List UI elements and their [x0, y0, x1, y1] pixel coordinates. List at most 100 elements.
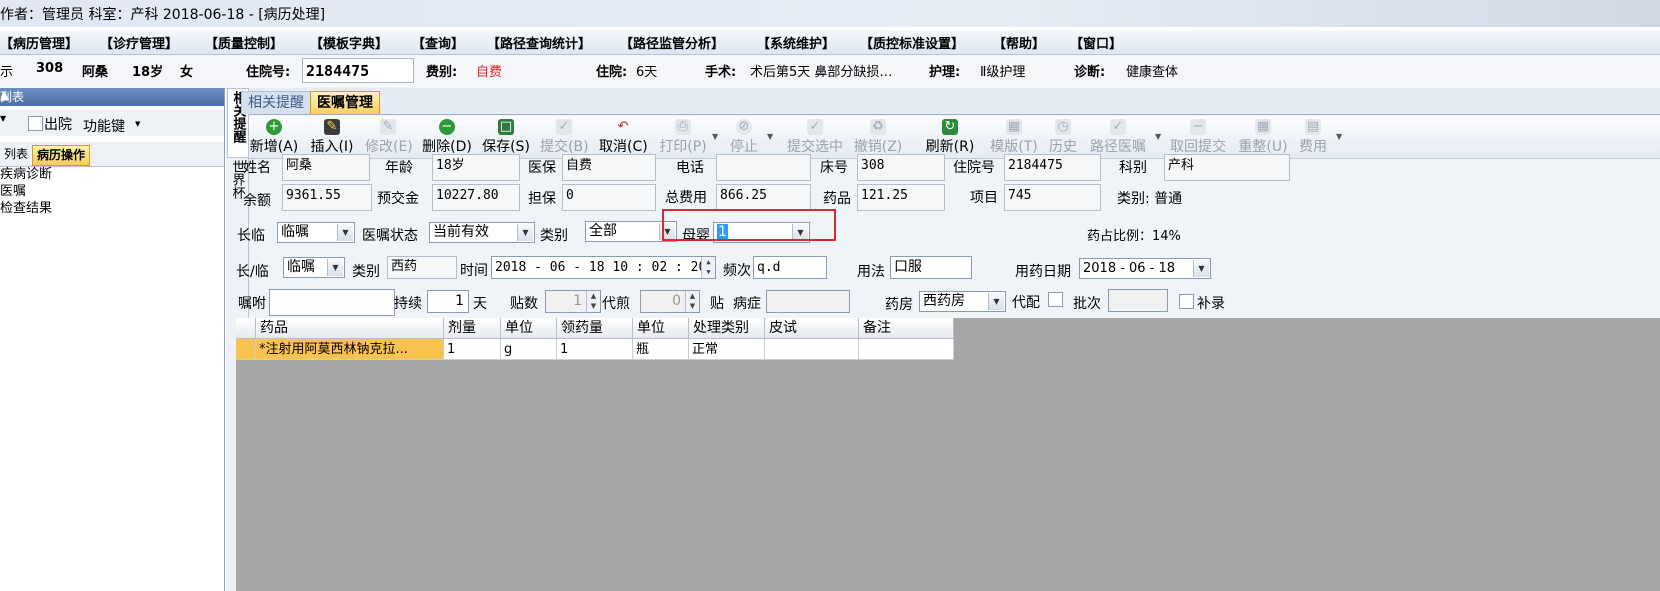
tree-item-exam-results[interactable]: 检查结果: [0, 197, 52, 216]
order-long-temp-select[interactable]: 临嘱 ▼: [283, 257, 345, 278]
grid-header-dose[interactable]: 剂量: [444, 318, 501, 339]
deposit-label: 预交金: [377, 191, 419, 207]
reorganize-button[interactable]: ▦ 重整(U): [1238, 117, 1288, 157]
pharmacy-select[interactable]: 西药房 ▼: [919, 291, 1006, 312]
table-cell-receive-unit[interactable]: 瓶: [633, 339, 689, 360]
spinner-icon[interactable]: ▲ ▼: [685, 291, 699, 312]
grid-header-drug[interactable]: 药品: [256, 318, 444, 339]
insert-icon: ✎: [324, 119, 340, 135]
path-order-dropdown-icon[interactable]: ▼: [1155, 132, 1161, 141]
spinner-icon[interactable]: ▲ ▼: [701, 257, 715, 278]
insert-button[interactable]: ✎ 插入(I): [309, 117, 355, 157]
cancel-button[interactable]: ↶ 取消(C): [599, 117, 648, 157]
table-cell-process-type[interactable]: 正常: [689, 339, 765, 360]
balance-label: 余额: [243, 193, 271, 209]
instruction-input[interactable]: [269, 289, 395, 316]
menu-quality[interactable]: 【质量控制】: [205, 33, 283, 52]
menu-treatment[interactable]: 【诊疗管理】: [100, 33, 178, 52]
refresh-button[interactable]: ↻ 刷新(R): [925, 117, 975, 157]
fee-dropdown-icon[interactable]: ▼: [1336, 132, 1342, 141]
order-category-field: 西药: [387, 256, 457, 279]
grid-header-unit[interactable]: 单位: [501, 318, 557, 339]
window-title: 作者：管理员 科室：产科 2018-06-18 - [病历处理]: [0, 7, 326, 23]
grid-header-skin-test[interactable]: 皮试: [765, 318, 859, 339]
grid-header-receive-qty[interactable]: 领药量: [557, 318, 633, 339]
fee-icon: ▤: [1305, 119, 1321, 135]
retrieve-submit-button[interactable]: − 取回提交: [1169, 117, 1227, 157]
table-cell-drug[interactable]: *注射用阿莫西林钠克拉...: [256, 339, 444, 360]
tab-order-management[interactable]: 医嘱管理: [310, 91, 380, 114]
print-button[interactable]: ⎙ 打印(P): [659, 117, 707, 157]
patient-name: 阿桑: [82, 65, 109, 80]
order-time-label: 时间: [460, 263, 488, 279]
pin-icon[interactable]: ▲: [0, 88, 218, 102]
tab-list[interactable]: 列表: [0, 145, 32, 164]
template-button[interactable]: ▦ 模版(T): [990, 117, 1038, 157]
grid-header-process-type[interactable]: 处理类别: [689, 318, 765, 339]
phone-field: [716, 154, 811, 181]
diagnosis-label: 诊断:: [1074, 65, 1106, 80]
function-key-button[interactable]: 功能键: [83, 116, 125, 136]
paste-count-input[interactable]: 1 ▲ ▼: [545, 290, 601, 313]
save-button[interactable]: □ 保存(S): [482, 117, 530, 157]
spinner-icon[interactable]: ▲ ▼: [586, 291, 600, 312]
stop-dropdown-icon[interactable]: ▼: [767, 132, 773, 141]
stay-label: 住院:: [596, 65, 628, 80]
highlight-box: [662, 209, 836, 241]
dept-field: 产科: [1164, 154, 1290, 181]
stop-button[interactable]: ⊘ 停止: [729, 117, 759, 157]
table-cell-skin-test[interactable]: [765, 339, 859, 360]
delete-button[interactable]: − 删除(D): [422, 117, 472, 157]
patient-bed: 308: [36, 61, 64, 76]
menu-query[interactable]: 【查询】: [412, 33, 464, 52]
menu-help[interactable]: 【帮助】: [993, 33, 1045, 52]
table-cell-remark[interactable]: [859, 339, 954, 360]
menu-path-query[interactable]: 【路径查询统计】: [487, 33, 591, 52]
history-button[interactable]: ◷ 历史: [1048, 117, 1078, 157]
long-temp-filter-label: 长临: [237, 228, 265, 244]
menu-record[interactable]: 【病历管理】: [0, 33, 78, 52]
dropdown-arrow-icon[interactable]: ▼: [0, 114, 6, 123]
age-field: 18岁: [432, 154, 520, 181]
menu-system[interactable]: 【系统维护】: [757, 33, 835, 52]
grid-header-receive-unit[interactable]: 单位: [633, 318, 689, 339]
table-cell-unit[interactable]: g: [501, 339, 557, 360]
add-button[interactable]: + 新增(A): [249, 117, 299, 157]
decoct-input[interactable]: 0 ▲ ▼: [640, 290, 700, 313]
submit-button[interactable]: ✓ 提交(B): [540, 117, 589, 157]
long-temp-filter-select[interactable]: 临嘱 ▼: [277, 222, 355, 243]
usage-input[interactable]: 口服: [890, 256, 972, 279]
edit-button[interactable]: ✎ 修改(E): [365, 117, 413, 157]
menu-path-monitor[interactable]: 【路径监管分析】: [620, 33, 724, 52]
history-icon: ◷: [1055, 119, 1071, 135]
tab-reminders[interactable]: 相关提醒: [241, 91, 311, 114]
dispense-checkbox[interactable]: [1048, 292, 1063, 307]
left-toolbar: ▼ 出院 功能键 ▼: [0, 110, 224, 136]
disease-input[interactable]: [766, 290, 850, 313]
table-cell-receive-qty[interactable]: 1: [557, 339, 633, 360]
order-time-input[interactable]: 2018 - 06 - 18 10 : 02 : 20 ▲ ▼: [491, 256, 716, 279]
bed-field: 308: [857, 154, 945, 181]
discharged-checkbox[interactable]: [28, 116, 43, 131]
menu-template[interactable]: 【模板字典】: [310, 33, 388, 52]
print-dropdown-icon[interactable]: ▼: [712, 132, 718, 141]
chevron-down-icon[interactable]: ▼: [135, 120, 140, 128]
table-cell-dose[interactable]: 1: [444, 339, 501, 360]
order-status-select[interactable]: 当前有效 ▼: [429, 222, 535, 243]
menu-qc-standard[interactable]: 【质控标准设置】: [860, 33, 964, 52]
frequency-input[interactable]: q.d: [753, 256, 827, 279]
total-fee-label: 总费用: [665, 190, 707, 206]
row-selector[interactable]: [236, 339, 256, 360]
grid-corner[interactable]: [236, 318, 256, 339]
medication-date-select[interactable]: 2018 - 06 - 18 ▼: [1079, 258, 1211, 279]
fee-button[interactable]: ▤ 费用: [1298, 117, 1328, 157]
duration-input[interactable]: 1: [427, 290, 469, 313]
grid-header-remark[interactable]: 备注: [859, 318, 954, 339]
path-order-button[interactable]: ✓ 路径医嘱: [1088, 117, 1148, 157]
supplement-checkbox[interactable]: [1179, 294, 1194, 309]
menu-window[interactable]: 【窗口】: [1070, 33, 1122, 52]
submit-selected-button[interactable]: ✓ 提交选中: [786, 117, 844, 157]
batch-input[interactable]: [1108, 289, 1168, 312]
document-tabs: 相关提醒 医嘱管理: [241, 88, 1660, 115]
revoke-button[interactable]: ♻ 撤销(Z): [853, 117, 903, 157]
